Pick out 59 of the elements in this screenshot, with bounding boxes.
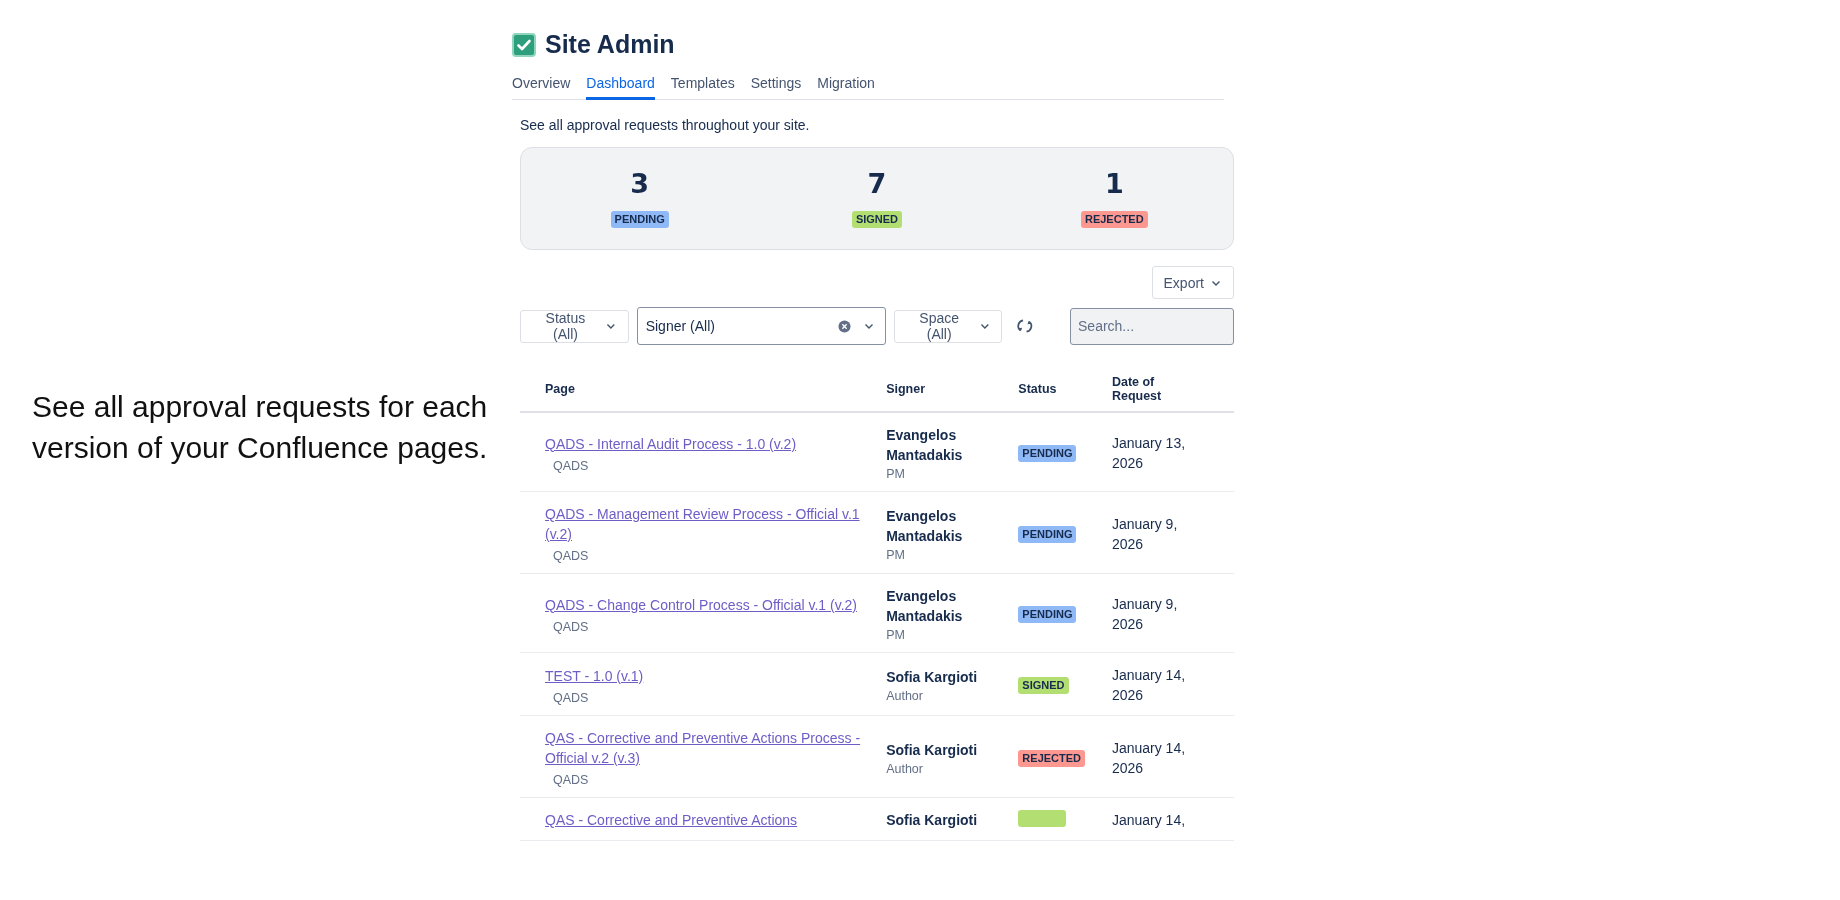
status-badge: PENDING [1018,525,1077,543]
refresh-icon[interactable] [1016,317,1034,335]
signer-role: PM [886,628,906,642]
status-badge: PENDING [1018,445,1077,462]
tab[interactable]: Settings [750,75,802,100]
column-header: Signer [886,382,926,396]
date-text: January 14, 2026 [1111,666,1187,705]
page-link[interactable]: QAS - Corrective and Preventive Actions [545,810,862,830]
page-link[interactable]: QADS - Internal Audit Process - 1.0 (v.2) [545,433,862,454]
column-header: Page [545,382,575,396]
tab[interactable]: Dashboard [586,75,655,100]
date-text: January 14, [1111,811,1187,830]
space-text: QADS [553,690,590,705]
stat-count: 7 [867,169,887,199]
checkbox-logo-icon [512,32,536,57]
signer-name: Sofia Kargioti [886,811,979,830]
signer-name: Sofia Kargioti [886,740,979,760]
space-text: QADS [553,773,590,787]
signer-select[interactable]: Signer (All) [636,307,886,345]
status-badge: SIGNED [1018,677,1069,694]
stat-count: 1 [1104,169,1124,199]
tab[interactable]: Templates [670,75,735,100]
status-badge: PENDING [1018,606,1077,623]
page-title: Site Admin [545,30,675,59]
page-link[interactable]: QADS - Management Review Process - Official v.1 (v.2) [545,504,862,544]
filter-dropdown[interactable]: Status (All) [520,309,629,343]
signer-name: Evangelos Mantadakis [886,426,964,465]
signer-name: Evangelos Mantadakis [886,506,964,546]
page-link[interactable]: QAS - Corrective and Preventive Actions Process - Official v.2 (v.3) [545,728,862,768]
column-header: Status [1018,382,1057,396]
description-text: See all approval requests throughout your site. [520,117,811,133]
date-text: January 13, 2026 [1111,434,1187,473]
status-badge: PENDING [610,211,669,228]
signer-name: Sofia Kargioti [886,668,979,687]
signer-role: PM [886,547,906,562]
page-link[interactable]: TEST - 1.0 (v.1) [545,665,862,686]
export-button[interactable]: Export [1151,266,1234,299]
tab[interactable]: Migration [817,75,875,100]
space-text: QADS [553,458,590,473]
signer-role: Author [886,689,924,703]
tab[interactable]: Overview [512,75,571,100]
caption-text: See all approval requests for each version of your Confluence pages. [32,389,489,466]
signer-name: Evangelos Mantadakis [886,587,964,626]
page-link[interactable]: QADS - Change Control Process - Official v.1 (v.2) [545,594,862,615]
status-badge: REJECTED [1018,749,1086,767]
space-text: QADS [553,619,590,634]
date-text: January 9, 2026 [1111,595,1179,634]
date-text: January 14, 2026 [1111,738,1187,778]
column-header: Date of Request [1111,375,1163,403]
signer-role: Author [886,761,924,776]
stat-count: 3 [630,169,650,199]
search-field[interactable]: Search... [1070,307,1234,345]
space-text: QADS [553,549,590,563]
status-badge: SIGNED [851,211,903,228]
filter-dropdown[interactable]: Space (All) [893,309,1003,343]
date-text: January 9, 2026 [1111,514,1179,554]
clear-icon[interactable] [837,319,851,333]
signer-role: PM [886,467,906,481]
status-badge: REJECTED [1080,211,1148,228]
